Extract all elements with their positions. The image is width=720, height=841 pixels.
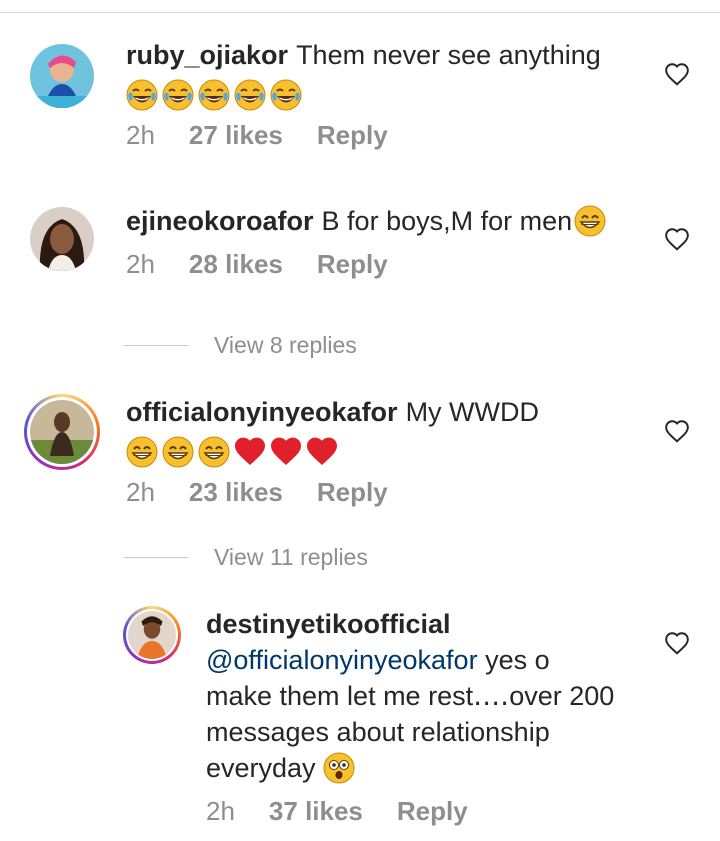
view-replies-label: View 11 replies xyxy=(214,544,368,570)
comment-username[interactable]: ruby_ojiakor xyxy=(126,40,288,70)
story-ring[interactable] xyxy=(24,394,100,470)
reply-button[interactable]: Reply xyxy=(317,477,388,508)
like-heart-icon[interactable] xyxy=(664,62,690,86)
comment-username[interactable]: destinyetikoofficial xyxy=(206,606,658,642)
view-replies-label: View 8 replies xyxy=(214,332,357,358)
tears-of-joy-icon xyxy=(162,79,194,111)
comment-text-line: make them let me rest․․․․over 200 xyxy=(206,681,615,711)
avatar xyxy=(128,611,176,659)
comment-text: Them never see anything xyxy=(296,40,601,70)
comment-text-line: messages about relationship xyxy=(206,717,550,747)
comment-time: 2h xyxy=(126,249,155,279)
likes-count[interactable]: 27 likes xyxy=(189,120,283,151)
view-replies-button[interactable]: View 11 replies xyxy=(124,544,368,571)
avatar xyxy=(30,400,94,464)
mention-link[interactable]: @officialonyinyeokafor xyxy=(206,645,478,675)
red-heart-icon xyxy=(234,436,266,468)
astonished-icon xyxy=(323,752,355,784)
reply-button[interactable]: Reply xyxy=(317,120,388,151)
comment-time: 2h xyxy=(126,120,155,150)
comment-username[interactable]: ejineokoroafor xyxy=(126,206,314,236)
grin-icon xyxy=(162,436,194,468)
reply-button[interactable]: Reply xyxy=(317,249,388,280)
reply-button[interactable]: Reply xyxy=(397,796,468,827)
emoji-row xyxy=(126,75,646,111)
red-heart-icon xyxy=(270,436,302,468)
tears-of-joy-icon xyxy=(234,79,266,111)
comment-text: B for boys,M for men xyxy=(321,206,573,236)
avatar[interactable] xyxy=(30,44,94,108)
emoji-row xyxy=(126,432,646,468)
grin-icon xyxy=(126,436,158,468)
comment-time: 2h xyxy=(206,796,235,826)
comment-text: My WWDD xyxy=(405,397,540,427)
tears-of-joy-icon xyxy=(270,79,302,111)
grin-icon xyxy=(574,205,606,237)
comment-username[interactable]: officialonyinyeokafor xyxy=(126,397,398,427)
likes-count[interactable]: 23 likes xyxy=(189,477,283,508)
red-heart-icon xyxy=(306,436,338,468)
avatar[interactable] xyxy=(30,207,94,271)
view-replies-button[interactable]: View 8 replies xyxy=(124,332,357,359)
reply-divider-line xyxy=(124,557,188,558)
likes-count[interactable]: 28 likes xyxy=(189,249,283,280)
comment-text-line: yes o xyxy=(477,645,550,675)
like-heart-icon[interactable] xyxy=(664,631,690,655)
grin-icon xyxy=(198,436,230,468)
reply-divider-line xyxy=(124,345,188,346)
tears-of-joy-icon xyxy=(126,79,158,111)
top-divider xyxy=(0,12,720,13)
comment-text-line: everyday xyxy=(206,753,316,783)
story-ring[interactable] xyxy=(123,606,181,664)
comment-time: 2h xyxy=(126,477,155,507)
like-heart-icon[interactable] xyxy=(664,227,690,251)
tears-of-joy-icon xyxy=(198,79,230,111)
like-heart-icon[interactable] xyxy=(664,419,690,443)
likes-count[interactable]: 37 likes xyxy=(269,796,363,827)
